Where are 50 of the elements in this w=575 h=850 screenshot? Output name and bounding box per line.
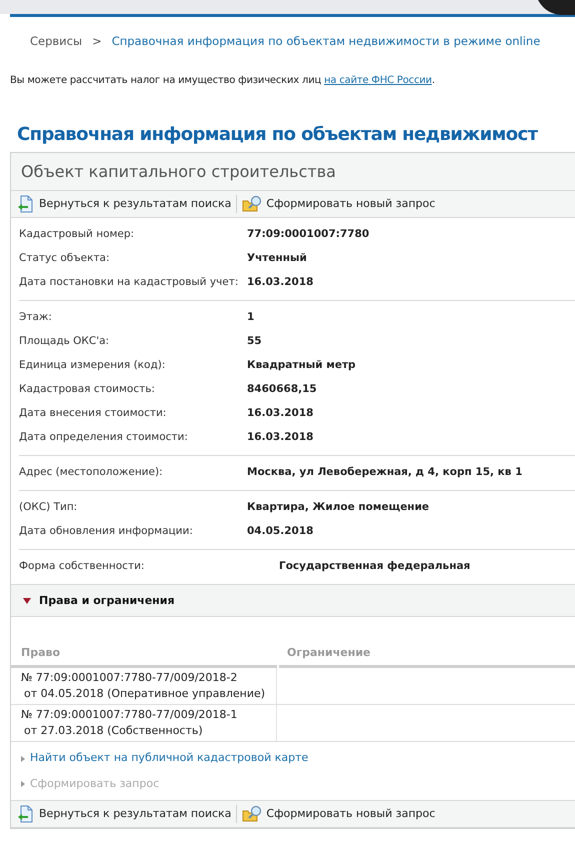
field-value: 8460668,15 <box>247 382 317 398</box>
tax-notice: Вы можете рассчитать налог на имущество физических лиц на сайте ФНС России. <box>9 74 436 88</box>
field-value: 16.03.2018 <box>247 406 314 422</box>
field-label: Дата внесения стоимости: <box>19 406 168 422</box>
document-arrow-icon <box>17 805 35 824</box>
field-label: Форма собственности: <box>19 559 146 574</box>
panel-title: Объект капитального строительства <box>11 153 575 192</box>
table-cell: № 77:09:0001007:7780-77/009/2018-2 от 04.05.2018 (Оперативное управление) <box>11 668 277 704</box>
field-value: 1 <box>247 310 254 326</box>
field-label: Площадь ОКС'a: <box>19 334 110 350</box>
field-label: Единица измерения (код): <box>19 358 166 374</box>
field-value: 77:09:0001007:7780 <box>247 227 370 242</box>
field-value: Государственная федеральная <box>279 559 470 574</box>
table-cell: № 77:09:0001007:7780-77/009/2018-1 от 27.03.2018 (Собственность) <box>11 705 277 742</box>
fns-link[interactable]: на сайте ФНС России <box>324 75 432 86</box>
column-header: Ограничение <box>286 645 370 661</box>
field-label: Дата обновления информации: <box>19 524 194 540</box>
back-to-results-button[interactable]: Вернуться к результатам поиска <box>17 195 232 214</box>
section-title: Права и ограничения <box>39 592 175 608</box>
new-query-button[interactable]: Сформировать новый запрос <box>242 195 436 214</box>
field-value: Москва, ул Левобережная, д 4, корп 15, кв 1 <box>247 465 522 480</box>
field-label: Статус объекта: <box>19 251 111 266</box>
field-label: Этаж: <box>19 310 53 326</box>
field-label: (ОКС) Тип: <box>19 500 78 516</box>
folder-magnifier-icon <box>242 195 262 214</box>
breadcrumb-link[interactable]: Справочная информация по объектам недвижимости в режиме online <box>112 33 540 50</box>
breadcrumb-separator: > <box>92 33 102 50</box>
field-value: Квартира, Жилое помещение <box>247 500 430 516</box>
chevron-right-icon <box>21 756 25 762</box>
back-to-results-button[interactable]: Вернуться к результатам поиска <box>17 805 232 824</box>
field-label: Адрес (местоположение): <box>19 465 164 480</box>
field-value: Квадратный метр <box>247 358 356 374</box>
chevron-right-icon <box>21 781 25 787</box>
column-header: Право <box>20 645 62 661</box>
field-label: Дата постановки на кадастровый учет: <box>19 275 240 290</box>
folder-magnifier-icon <box>242 805 262 824</box>
field-label: Дата определения стоимости: <box>19 430 189 446</box>
action-link[interactable]: Найти объект на публичной кадастровой карте <box>30 750 308 767</box>
field-value: 16.03.2018 <box>247 430 314 446</box>
rights-section-header[interactable]: Права и ограничения <box>11 584 575 618</box>
new-query-button[interactable]: Сформировать новый запрос <box>242 805 436 824</box>
field-value: 04.05.2018 <box>247 524 314 540</box>
breadcrumb-link[interactable]: Сервисы <box>30 33 82 50</box>
field-label: Кадастровый номер: <box>19 227 136 242</box>
document-arrow-icon <box>17 195 35 214</box>
page-title: Справочная информация по объектам недвижимост <box>16 123 539 148</box>
field-value: Учтенный <box>247 251 307 266</box>
field-label: Кадастровая стоимость: <box>19 382 156 398</box>
field-value: 16.03.2018 <box>247 275 314 290</box>
field-value: 55 <box>247 334 262 350</box>
